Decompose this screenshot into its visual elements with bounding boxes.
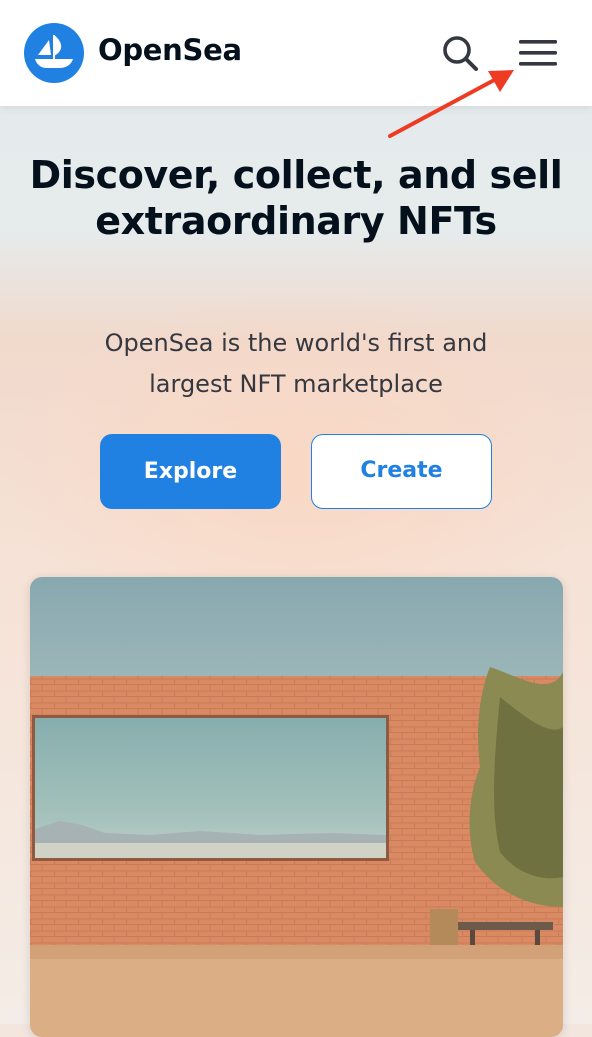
create-button[interactable]: Create	[311, 434, 492, 509]
opensea-logo[interactable]	[24, 23, 84, 83]
featured-nft-card[interactable]	[30, 577, 563, 1037]
featured-nft-image	[30, 577, 563, 1037]
hero-subtitle: OpenSea is the world's first and largest…	[104, 329, 488, 398]
menu-icon	[519, 40, 557, 66]
annotation-arrow-icon	[388, 70, 514, 138]
ship-icon	[35, 35, 73, 68]
explore-button[interactable]: Explore	[100, 434, 281, 509]
hero-headline: Discover, collect, and sell extraordinar…	[29, 153, 563, 243]
brand-name[interactable]: OpenSea	[98, 33, 242, 67]
menu-button[interactable]	[514, 34, 562, 74]
